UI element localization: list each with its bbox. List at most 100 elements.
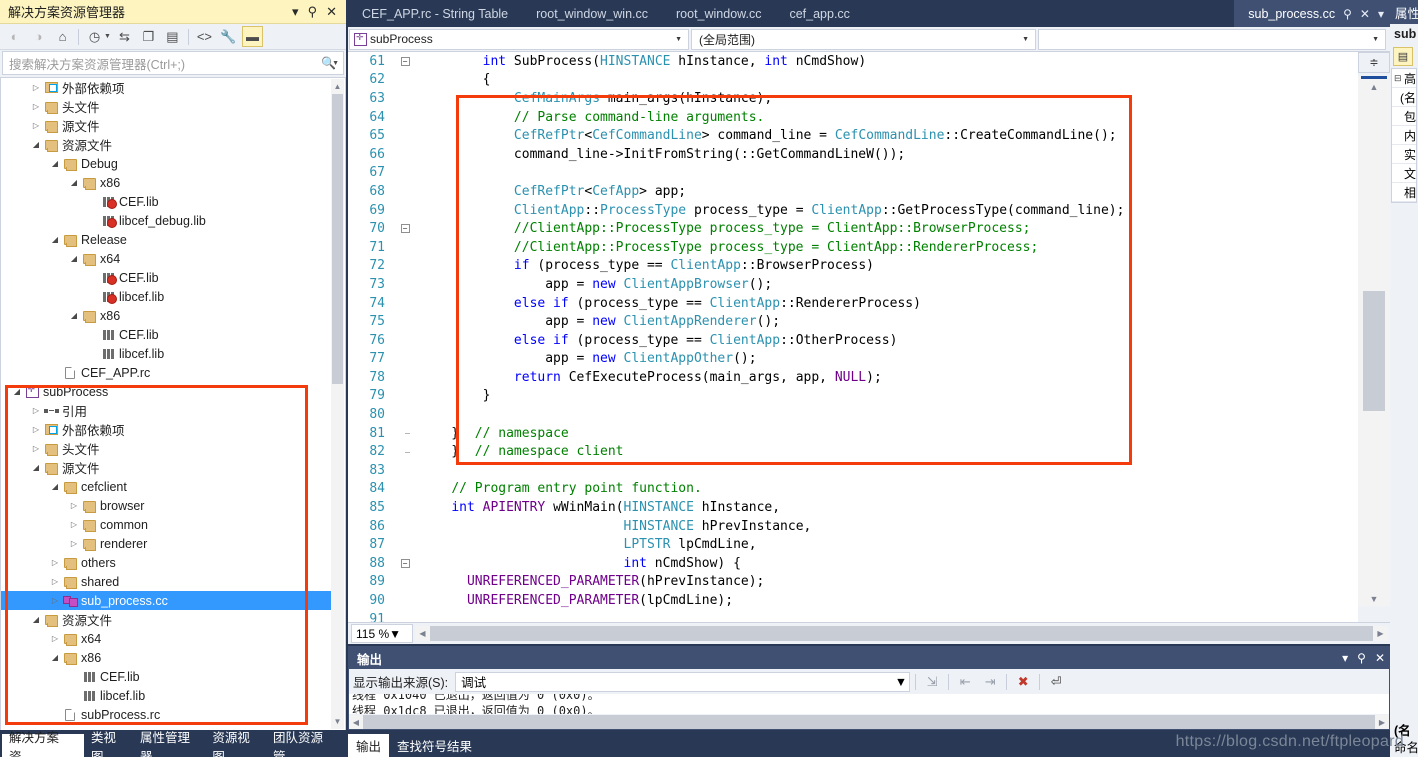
code-line[interactable]: 90 UNREFERENCED_PARAMETER(lpCmdLine); [348,591,1358,610]
pin-icon[interactable]: ⚲ [1343,7,1352,21]
categorized-icon[interactable]: ▤ [1393,47,1413,66]
close-icon[interactable]: ✕ [1360,7,1370,21]
code-line[interactable]: 65 CefRefPtr<CefCommandLine> command_lin… [348,126,1358,145]
code-line[interactable]: 82 } // namespace client [348,442,1358,461]
tree-item-sub_processcc[interactable]: ▷sub_process.cc [1,591,331,610]
property-row[interactable]: 包 [1392,107,1416,126]
code-text[interactable]: } [416,388,490,403]
code-text[interactable]: int nCmdShow) { [416,556,741,571]
tree-item-[interactable]: ▷头文件 [1,439,331,458]
tree-item-ceflib[interactable]: CEF.lib [1,192,331,211]
code-line[interactable]: 84 // Program entry point function. [348,480,1358,499]
fold-toggle-icon[interactable]: − [394,224,416,233]
split-view-icon[interactable]: ≑ [1358,52,1390,73]
output-horizontal-scrollbar[interactable]: ◀ ▶ [349,715,1389,729]
code-line[interactable]: 62 { [348,71,1358,90]
scroll-left-icon[interactable]: ◀ [415,629,430,638]
tree-item-[interactable]: ◢源文件 [1,458,331,477]
chevron-right-icon[interactable]: ▷ [30,121,42,130]
collapse-all-icon[interactable]: ▤ [162,26,183,47]
tree-item-ceflib[interactable]: CEF.lib [1,325,331,344]
dropdown-icon[interactable]: ▾ [292,5,299,18]
chevron-down-icon[interactable]: ◢ [30,615,42,624]
code-line[interactable]: 68 CefRefPtr<CefApp> app; [348,182,1358,201]
close-icon[interactable]: ✕ [1375,651,1385,665]
chevron-right-icon[interactable]: ▷ [30,406,42,415]
code-line[interactable]: 77 app = new ClientAppOther(); [348,350,1358,369]
code-line[interactable]: 63 CefMainArgs main_args(hInstance); [348,89,1358,108]
chevron-right-icon[interactable]: ▷ [30,444,42,453]
scroll-right-icon[interactable]: ▶ [1373,629,1388,638]
find-message-icon[interactable]: ⇲ [921,671,943,692]
go-to-next-message-icon[interactable]: ⇥ [979,671,1001,692]
chevron-right-icon[interactable]: ▷ [30,425,42,434]
output-text-area[interactable]: 线程 0x1040 已退出，返回值为 0 (0x0)。 线程 0x1dc8 已退… [349,694,1389,714]
chevron-right-icon[interactable]: ▷ [49,558,61,567]
editor-horizontal-scrollbar[interactable]: ◀ ▶ [415,626,1388,641]
tree-item-x86[interactable]: ◢x86 [1,173,331,192]
editor-vertical-scrollbar[interactable]: ▲ ▼ [1358,76,1390,606]
code-text[interactable]: int APIENTRY wWinMain(HINSTANCE hInstanc… [416,500,780,515]
chevron-down-icon[interactable]: ◢ [49,235,61,244]
code-text[interactable]: } // namespace [416,426,569,441]
tree-item-release[interactable]: ◢Release [1,230,331,249]
code-text[interactable]: return CefExecuteProcess(main_args, app,… [416,370,882,385]
tree-item-libcef_debuglib[interactable]: libcef_debug.lib [1,211,331,230]
code-line[interactable]: 89 UNREFERENCED_PARAMETER(hPrevInstance)… [348,573,1358,592]
editor-tab-sub_processcc[interactable]: sub_process.cc⚲✕▾ [1234,0,1390,27]
tree-item-libceflib[interactable]: libcef.lib [1,287,331,306]
zoom-level-dropdown[interactable]: 115 % ▼ [351,624,413,643]
code-text[interactable]: else if (process_type == ClientApp::Othe… [416,333,897,348]
code-text[interactable]: app = new ClientAppRenderer(); [416,314,780,329]
tree-item-ceflib[interactable]: CEF.lib [1,268,331,287]
chevron-down-icon[interactable]: ▼ [671,36,686,43]
code-editor[interactable]: 61− int SubProcess(HINSTANCE hInstance, … [348,52,1390,622]
close-icon[interactable]: ✕ [326,5,337,18]
scrollbar-thumb[interactable] [332,94,343,384]
tree-item-x64[interactable]: ◢x64 [1,249,331,268]
scroll-down-icon[interactable]: ▼ [1358,591,1390,606]
tree-item-[interactable]: ▷外部依赖项 [1,420,331,439]
code-line[interactable]: 79 } [348,387,1358,406]
tree-item-shared[interactable]: ▷shared [1,572,331,591]
chevron-down-icon[interactable]: ◢ [49,482,61,491]
left-tab-4[interactable]: 团队资源管... [266,734,348,757]
search-box[interactable]: 搜索解决方案资源管理器(Ctrl+;) 🔍 ▼ [2,51,344,75]
code-line[interactable]: 64 // Parse command-line arguments. [348,108,1358,127]
show-all-files-icon[interactable]: <> [194,26,215,47]
code-line[interactable]: 80 [348,405,1358,424]
chevron-down-icon[interactable]: ◢ [49,653,61,662]
output-tab-0[interactable]: 输出 [348,734,389,757]
code-line[interactable]: 87 LPTSTR lpCmdLine, [348,535,1358,554]
pending-changes-icon[interactable]: ◷ [84,26,105,47]
dropdown-icon[interactable]: ▾ [1342,651,1348,665]
chevron-down-icon[interactable]: ◢ [30,463,42,472]
code-line[interactable]: 61− int SubProcess(HINSTANCE hInstance, … [348,52,1358,71]
chevron-right-icon[interactable]: ▷ [68,501,80,510]
code-text[interactable]: //ClientApp::ProcessType process_type = … [416,240,1038,255]
tree-item-subprocess[interactable]: ◢subProcess [1,382,331,401]
code-line[interactable]: 86 HINSTANCE hPrevInstance, [348,517,1358,536]
code-line[interactable]: 72 if (process_type == ClientApp::Browse… [348,257,1358,276]
code-text[interactable]: app = new ClientAppBrowser(); [416,277,772,292]
search-input[interactable]: 搜索解决方案资源管理器(Ctrl+;) [9,54,321,73]
editor-tab-root_windowcc[interactable]: root_window.cc [662,0,775,27]
code-line[interactable]: 70− //ClientApp::ProcessType process_typ… [348,219,1358,238]
tree-item-renderer[interactable]: ▷renderer [1,534,331,553]
tree-item-[interactable]: ▷源文件 [1,116,331,135]
scroll-up-icon[interactable]: ▲ [1358,79,1390,94]
code-line[interactable]: 81 } // namespace [348,424,1358,443]
tree-item-[interactable]: ◢资源文件 [1,135,331,154]
tree-item-x64[interactable]: ▷x64 [1,629,331,648]
code-text[interactable]: CefMainArgs main_args(hInstance); [416,91,772,106]
tree-item-x86[interactable]: ◢x86 [1,648,331,667]
scope-dropdown[interactable]: subProcess ▼ [349,29,689,50]
chevron-down-icon[interactable]: ▼ [1368,36,1383,43]
code-text[interactable]: CefRefPtr<CefApp> app; [416,184,686,199]
left-tab-3[interactable]: 资源视图 [205,734,266,757]
tree-item-libceflib[interactable]: libcef.lib [1,686,331,705]
tree-item-others[interactable]: ▷others [1,553,331,572]
code-text[interactable]: command_line->InitFromString(::GetComman… [416,147,905,162]
clear-all-icon[interactable]: ✖ [1012,671,1034,692]
chevron-right-icon[interactable]: ▷ [49,596,61,605]
